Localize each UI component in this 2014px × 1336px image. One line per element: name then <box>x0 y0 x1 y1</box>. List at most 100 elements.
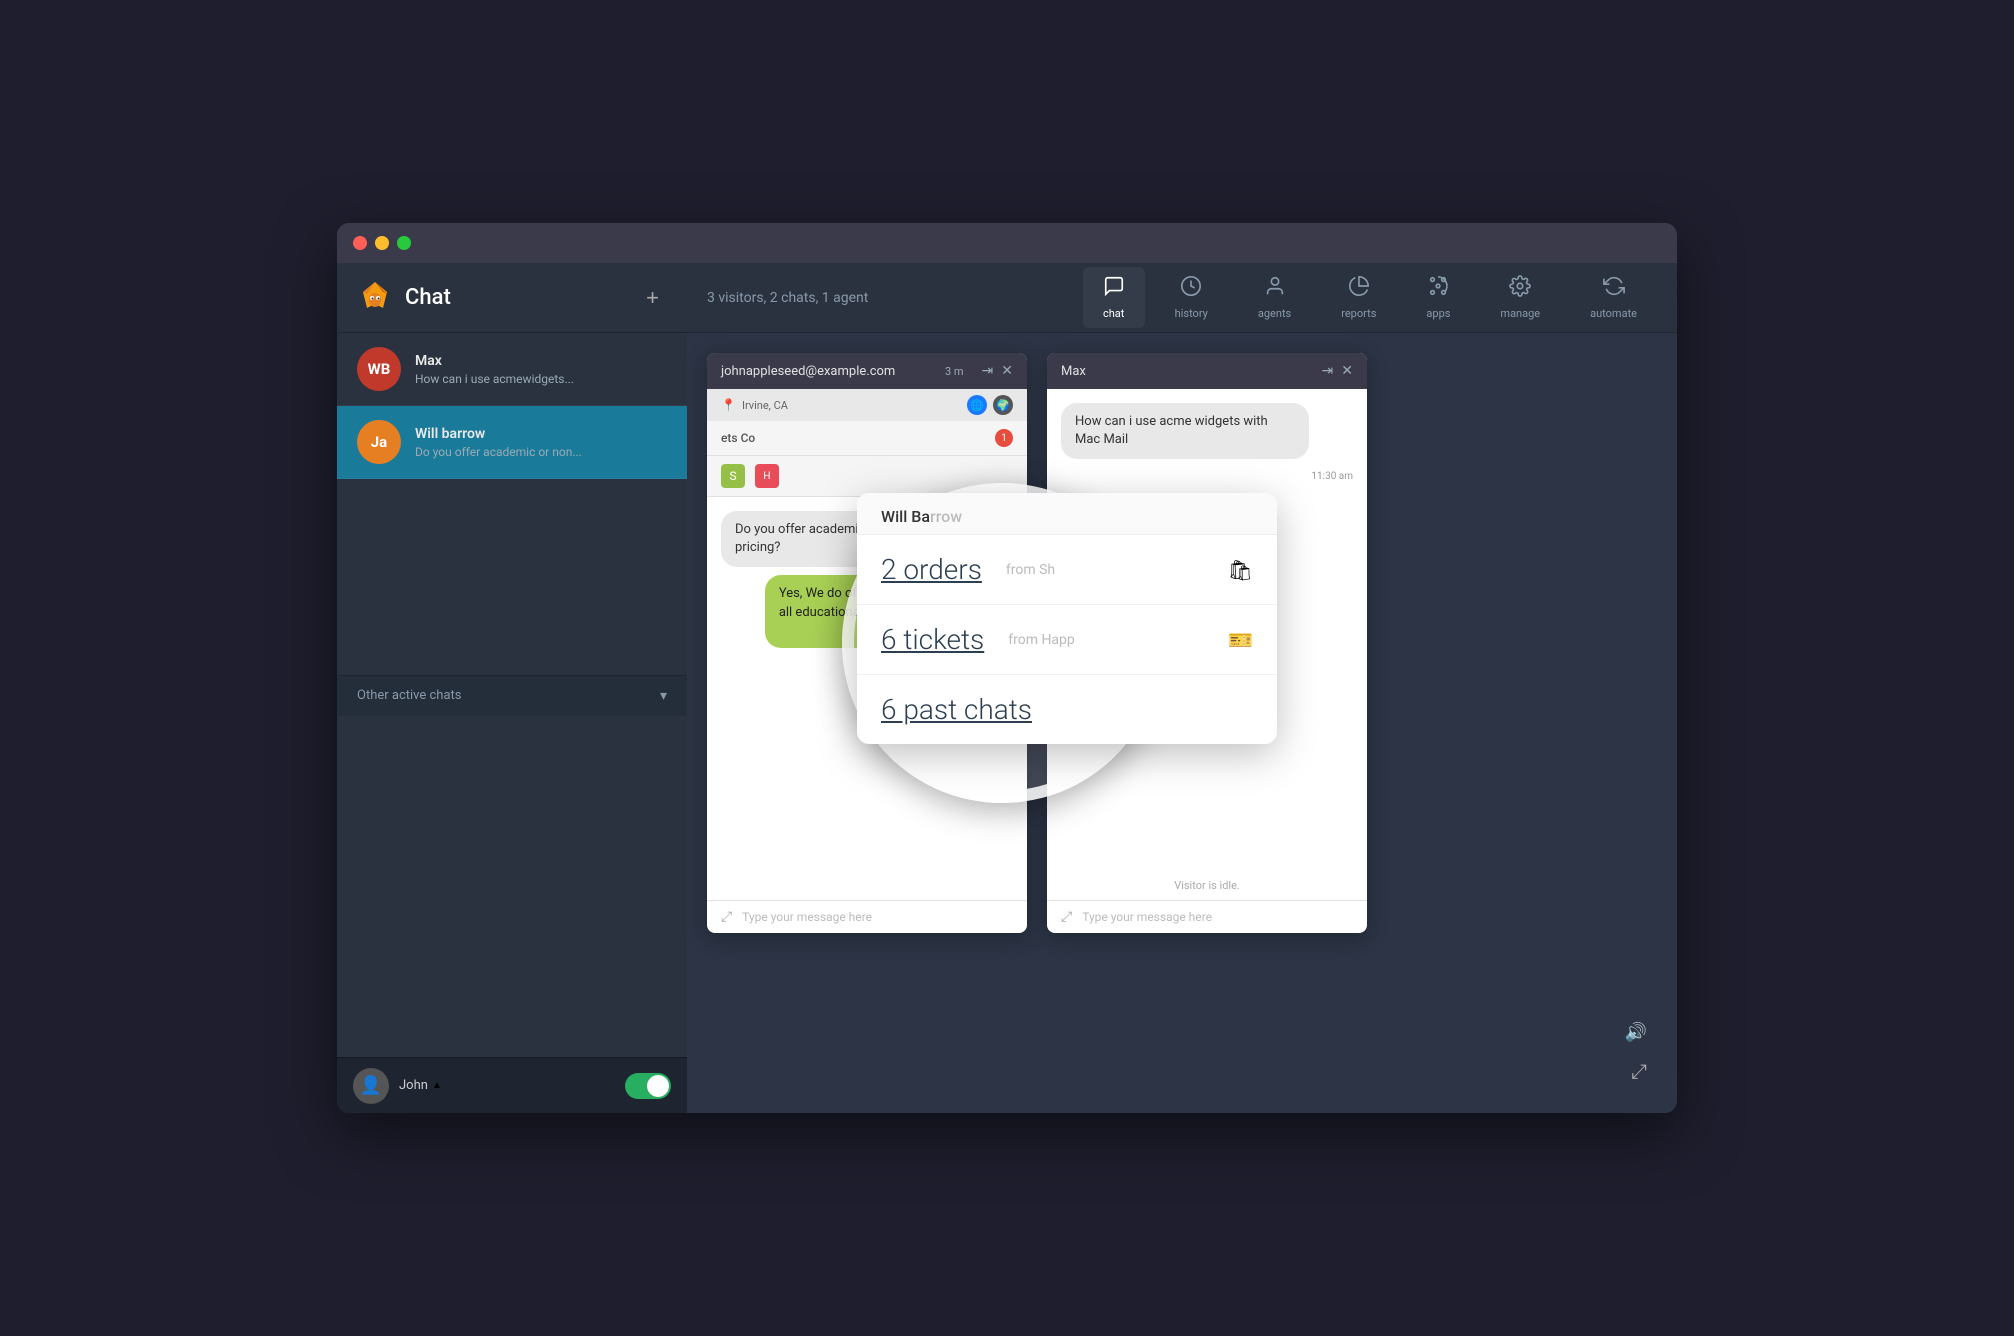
tab-history[interactable]: history <box>1155 267 1228 328</box>
sound-icon[interactable]: 🔊 <box>1625 1022 1647 1043</box>
panel-will-close-btn[interactable]: ✕ <box>1001 363 1013 379</box>
logo <box>357 280 405 316</box>
panel-will-badge: 1 <box>995 429 1013 447</box>
panel-max-expand-icon[interactable]: ⤢ <box>1061 909 1072 925</box>
tab-automate[interactable]: automate <box>1570 267 1657 328</box>
popup-tickets-count[interactable]: 6 tickets <box>881 623 984 656</box>
sidebar: Chat + WB Max How can i use acmewidgets.… <box>337 263 687 1113</box>
panel-max-input[interactable]: Type your message here <box>1082 910 1353 924</box>
app-body: Chat + WB Max How can i use acmewidgets.… <box>337 263 1677 1113</box>
popup-pastchats-row: 6 past chats <box>857 675 1277 744</box>
popup-visitor-name: Will Barrow <box>881 507 962 526</box>
close-button[interactable] <box>353 236 367 250</box>
msg-time-max: 11:30 am <box>1061 471 1353 482</box>
tab-agents-label: agents <box>1258 307 1291 320</box>
other-chats-label: Other active chats <box>357 688 660 703</box>
manage-icon <box>1509 275 1531 303</box>
shopify-icon: S <box>721 464 745 488</box>
workspace: johnappleseed@example.com 3 m ⇥ ✕ 📍 Irvi… <box>687 333 1677 1113</box>
popup-tickets-row: 6 tickets from Happ 🎫 <box>857 605 1277 675</box>
tab-reports-label: reports <box>1341 307 1376 320</box>
maximize-button[interactable] <box>397 236 411 250</box>
panel-will-browser-icons: 🌐 🌍 <box>967 395 1013 415</box>
chat-list: WB Max How can i use acmewidgets... Ja W… <box>337 333 687 675</box>
avatar-will: Ja <box>357 420 401 464</box>
title-bar <box>337 223 1677 263</box>
panel-will-header: johnappleseed@example.com 3 m ⇥ ✕ <box>707 353 1027 389</box>
shopify-logo-icon: 🛍 <box>1228 558 1253 582</box>
user-caret-icon: ▲ <box>432 1080 442 1091</box>
nav-tabs: chat history <box>1083 267 1657 328</box>
visitor-msg-max: How can i use acme widgets with Mac Mail <box>1061 403 1309 459</box>
panel-will-apps-row: S H <box>707 456 1027 497</box>
minimize-button[interactable] <box>375 236 389 250</box>
popup-card: Will Barrow 2 orders from Sh 🛍 6 tickets… <box>857 493 1277 744</box>
panel-will-input[interactable]: Type your message here <box>742 910 1013 924</box>
panel-will-location: Irvine, CA <box>742 399 788 412</box>
tab-history-label: history <box>1175 307 1208 320</box>
sidebar-footer: 👤 John ▲ <box>337 1057 687 1113</box>
avatar-max: WB <box>357 347 401 391</box>
happyfox-logo-icon: 🎫 <box>1228 628 1253 652</box>
chat-item-will[interactable]: Ja Will barrow Do you offer academic or … <box>337 406 687 479</box>
messages-flex-max: How can i use acme widgets with Mac Mail… <box>1061 403 1353 482</box>
panel-will-email: johnappleseed@example.com <box>721 364 945 379</box>
panel-will-expand-icon[interactable]: ⤢ <box>721 909 732 925</box>
agents-icon <box>1264 275 1286 303</box>
popup-orders-count[interactable]: 2 orders <box>881 553 982 586</box>
panel-max-close-btn[interactable]: ✕ <box>1341 363 1353 379</box>
tab-agents[interactable]: agents <box>1238 267 1311 328</box>
tab-manage[interactable]: manage <box>1480 267 1560 328</box>
apps-icon <box>1427 275 1449 303</box>
panel-will-input-row: ⤢ Type your message here <box>707 900 1027 933</box>
fullscreen-icon[interactable]: ⤢ <box>1631 1059 1647 1083</box>
tab-chat[interactable]: chat <box>1083 267 1145 328</box>
user-name: John <box>399 1078 428 1093</box>
toggle-knob <box>647 1075 669 1097</box>
automate-icon <box>1603 275 1625 303</box>
sidebar-title: Chat <box>405 285 638 310</box>
fox-logo-icon <box>357 280 393 316</box>
popup-pastchats-count[interactable]: 6 past chats <box>881 693 1032 726</box>
chat-info-max: Max How can i use acmewidgets... <box>415 353 667 386</box>
user-avatar: 👤 <box>353 1068 389 1104</box>
panel-max-input-row: ⤢ Type your message here <box>1047 900 1367 933</box>
chevron-down-icon: ▾ <box>660 688 667 704</box>
panel-max-transfer-btn[interactable]: ⇥ <box>1322 363 1334 379</box>
panel-will-location-bar: 📍 Irvine, CA 🌐 🌍 <box>707 389 1027 421</box>
history-icon <box>1180 275 1202 303</box>
panel-max-name: Max <box>1061 364 1314 379</box>
panel-will-transfer-btn[interactable]: ⇥ <box>982 363 994 379</box>
tab-manage-label: manage <box>1500 307 1540 320</box>
globe-icon: 🌐 <box>967 395 987 415</box>
reports-icon <box>1348 275 1370 303</box>
chat-preview-max: How can i use acmewidgets... <box>415 372 667 386</box>
add-chat-button[interactable]: + <box>638 281 667 315</box>
happyfox-icon: H <box>755 464 779 488</box>
popup-orders-source: from Sh <box>1006 562 1055 578</box>
popup-tickets-source: from Happ <box>1008 632 1075 648</box>
panel-will-company-bar: ets Co 1 <box>707 421 1027 456</box>
tab-apps-label: apps <box>1426 307 1450 320</box>
top-nav: 3 visitors, 2 chats, 1 agent chat <box>687 263 1677 333</box>
panel-will-time: 3 m <box>945 365 964 378</box>
chat-icon <box>1103 275 1125 303</box>
chat-info-will: Will barrow Do you offer academic or non… <box>415 426 667 459</box>
app-window: Chat + WB Max How can i use acmewidgets.… <box>337 223 1677 1113</box>
tab-automate-label: automate <box>1590 307 1637 320</box>
visitor-count: 3 visitors, 2 chats, 1 agent <box>707 290 1083 306</box>
tab-reports[interactable]: reports <box>1321 267 1396 328</box>
panel-will-company: ets Co <box>721 431 995 445</box>
location-pin-icon: 📍 <box>721 398 736 412</box>
other-chats-header[interactable]: Other active chats ▾ <box>337 675 687 716</box>
globe2-icon: 🌍 <box>993 395 1013 415</box>
popup-orders-row: 2 orders from Sh 🛍 <box>857 535 1277 605</box>
tab-chat-label: chat <box>1103 307 1124 320</box>
chat-item-max[interactable]: WB Max How can i use acmewidgets... <box>337 333 687 406</box>
sidebar-header: Chat + <box>337 263 687 333</box>
status-toggle[interactable] <box>625 1073 671 1099</box>
chat-name-max: Max <box>415 353 667 369</box>
tab-apps[interactable]: apps <box>1406 267 1470 328</box>
traffic-lights <box>353 236 411 250</box>
chat-preview-will: Do you offer academic or non... <box>415 445 667 459</box>
